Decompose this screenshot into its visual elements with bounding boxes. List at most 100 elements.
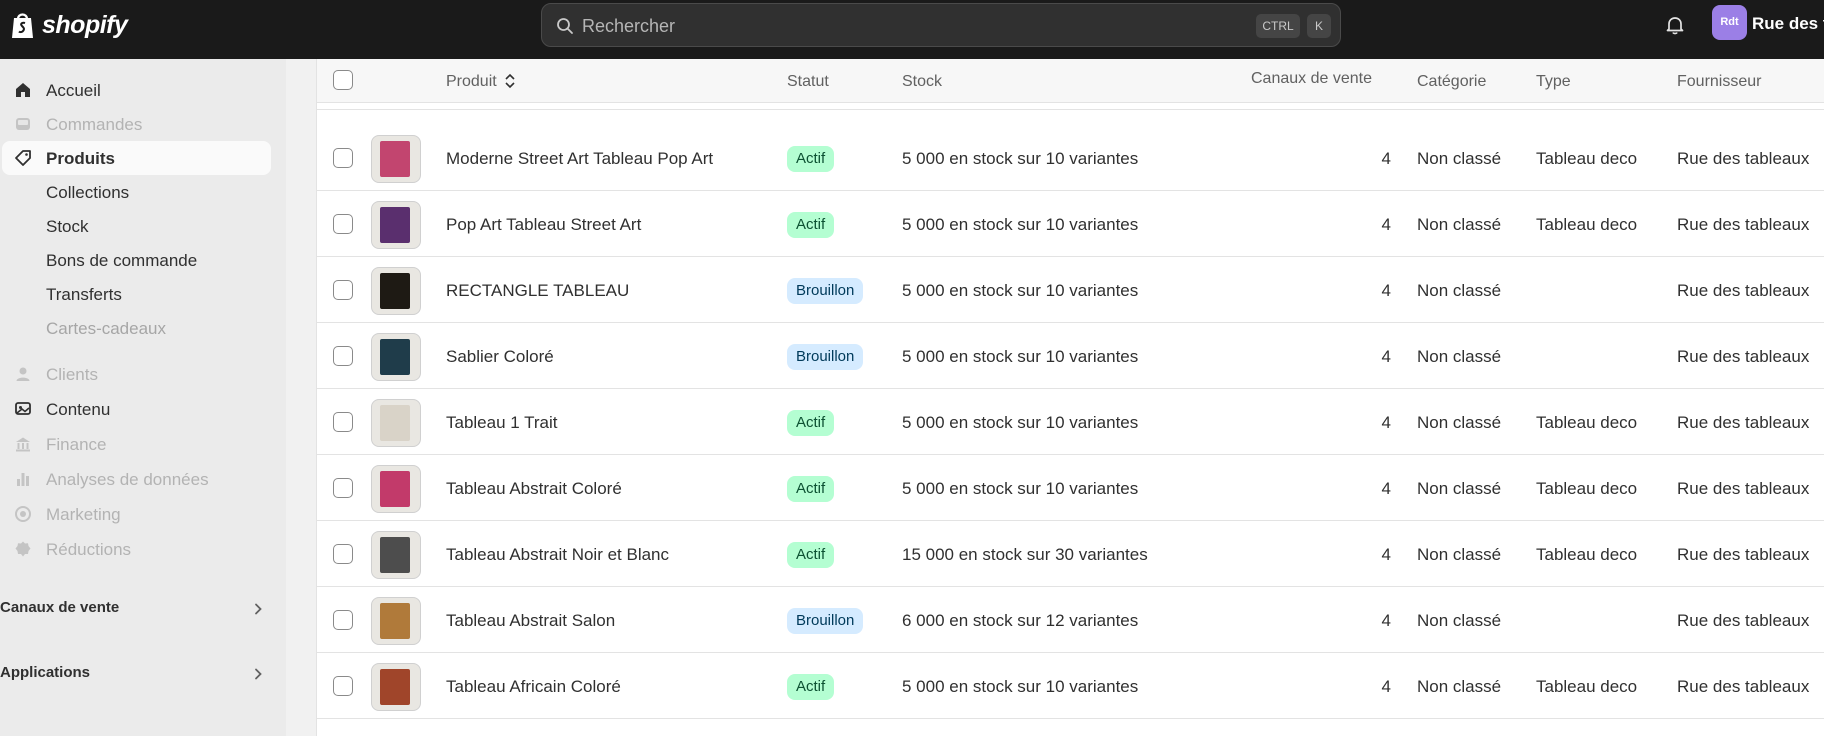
- column-header-type[interactable]: Type: [1536, 73, 1571, 91]
- sidebar-item-label: Bons de commande: [46, 251, 198, 270]
- sidebar-item-orders[interactable]: Commandes: [0, 107, 272, 141]
- sidebar-item-content[interactable]: Contenu: [0, 392, 272, 426]
- person-icon: [16, 367, 30, 381]
- row-checkbox[interactable]: [333, 346, 353, 366]
- status-badge: Actif: [787, 542, 835, 568]
- product-thumbnail[interactable]: [371, 201, 421, 249]
- table-row[interactable]: Tableau Abstrait Noir et Blanc Actif 15 00…: [317, 521, 1824, 587]
- sidebar-item-analytics[interactable]: Analyses de données: [0, 462, 272, 496]
- sidebar-item-label: Contenu: [46, 400, 111, 419]
- row-checkbox[interactable]: [333, 214, 353, 234]
- table-row[interactable]: Sablier Coloré Brouillon 5 000 en stock su…: [317, 323, 1824, 389]
- sidebar-item-inventory[interactable]: Stock: [0, 209, 272, 243]
- notifications-bell-icon[interactable]: [1664, 14, 1686, 36]
- product-thumbnail[interactable]: [371, 333, 421, 381]
- product-thumbnail[interactable]: [371, 465, 421, 513]
- table-row[interactable]: Tableau Abstrait Coloré Actif 5 000 en sto…: [317, 455, 1824, 521]
- product-name-link[interactable]: Tableau Abstrait Noir et Blanc: [446, 545, 669, 565]
- sidebar-item-transfers[interactable]: Transferts: [0, 277, 272, 311]
- status-badge: Actif: [787, 674, 835, 700]
- sidebar-item-discounts[interactable]: Réductions: [0, 532, 272, 566]
- product-thumbnail[interactable]: [371, 135, 421, 183]
- sidebar-item-customers[interactable]: Clients: [0, 357, 272, 391]
- category-text: Non classé: [1417, 347, 1502, 366]
- row-checkbox[interactable]: [333, 478, 353, 498]
- row-checkbox[interactable]: [333, 610, 353, 630]
- product-name-link[interactable]: Tableau Africain Coloré: [446, 677, 621, 697]
- product-thumbnail[interactable]: [371, 663, 421, 711]
- sidebar-item-label: Marketing: [46, 505, 121, 524]
- sidebar-item-label: Réductions: [46, 540, 132, 559]
- thumbnail-artwork: [380, 141, 410, 177]
- sidebar-item-gift-cards[interactable]: Cartes-cadeaux: [0, 311, 272, 345]
- product-thumbnail[interactable]: [371, 531, 421, 579]
- table-row[interactable]: Moderne Street Art Tableau Pop Art Actif 5…: [317, 125, 1824, 191]
- sales-channels-count: 4: [1381, 281, 1391, 300]
- sidebar-item-collections[interactable]: Collections: [0, 175, 272, 209]
- sidebar-item-label: Produits: [46, 149, 115, 168]
- sidebar-item-marketing[interactable]: Marketing: [0, 497, 272, 531]
- type-text: Tableau deco: [1536, 413, 1638, 432]
- sort-icon[interactable]: [503, 72, 517, 90]
- sidebar-item-label: Accueil: [46, 81, 101, 100]
- thumbnail-artwork: [380, 537, 410, 573]
- table-row[interactable]: Pop Art Tableau Street Art Actif 5 000 en …: [317, 191, 1824, 257]
- vendor-text: Rue des tableaux: [1677, 281, 1810, 300]
- row-checkbox[interactable]: [333, 148, 353, 168]
- store-avatar[interactable]: Rdt: [1712, 5, 1747, 40]
- product-name-link[interactable]: Sablier Coloré: [446, 347, 554, 367]
- product-name-link[interactable]: Pop Art Tableau Street Art: [446, 215, 641, 235]
- column-header-inventory[interactable]: Stock: [902, 73, 942, 91]
- sales-channels-count: 4: [1381, 149, 1391, 168]
- type-text: Tableau deco: [1536, 479, 1638, 498]
- product-name-link[interactable]: Tableau Abstrait Coloré: [446, 479, 622, 499]
- category-text: Non classé: [1417, 545, 1502, 564]
- row-checkbox[interactable]: [333, 412, 353, 432]
- table-row[interactable]: Tableau Africain Coloré Actif 5 000 en sto…: [317, 653, 1824, 719]
- product-thumbnail[interactable]: [371, 399, 421, 447]
- column-header-product[interactable]: Produit: [446, 73, 497, 91]
- column-header-status[interactable]: Statut: [787, 73, 829, 91]
- product-name-link[interactable]: Tableau Abstrait Salon: [446, 611, 615, 631]
- select-all-checkbox[interactable]: [333, 70, 353, 90]
- product-name-link[interactable]: Moderne Street Art Tableau Pop Art: [446, 149, 713, 169]
- sidebar-item-label: Commandes: [46, 115, 143, 134]
- shopify-logo[interactable]: shopify: [10, 10, 128, 40]
- vendor-text: Rue des tableaux: [1677, 347, 1810, 366]
- row-checkbox[interactable]: [333, 280, 353, 300]
- search-input[interactable]: Rechercher: [582, 16, 675, 37]
- search-bar[interactable]: Rechercher CTRL K: [541, 3, 1341, 47]
- column-header-vendor[interactable]: Fournisseur: [1677, 73, 1761, 91]
- chevron-right-icon: [255, 668, 262, 680]
- shortcut-ctrl-key: CTRL: [1256, 14, 1300, 38]
- sidebar-item-products[interactable]: Produits: [2, 141, 271, 175]
- product-name-link[interactable]: Tableau 1 Trait: [446, 413, 558, 433]
- table-row[interactable]: RECTANGLE TABLEAU Brouillon 5 000 en stock…: [317, 257, 1824, 323]
- product-name-link[interactable]: RECTANGLE TABLEAU: [446, 281, 629, 301]
- row-checkbox[interactable]: [333, 676, 353, 696]
- thumbnail-artwork: [380, 471, 410, 507]
- sidebar-section-sales-channels[interactable]: Canaux de vente: [0, 593, 272, 623]
- sidebar-item-home[interactable]: Accueil: [0, 73, 272, 107]
- sales-channels-count: 4: [1381, 215, 1391, 234]
- column-header-category[interactable]: Catégorie: [1417, 73, 1486, 91]
- inventory-text: 5 000 en stock sur 10 variantes: [902, 215, 1139, 234]
- product-thumbnail[interactable]: [371, 267, 421, 315]
- table-row[interactable]: Tableau 1 Trait Actif 5 000 en stock sur 1…: [317, 389, 1824, 455]
- vendor-text: Rue des tableaux: [1677, 149, 1810, 168]
- category-text: Non classé: [1417, 281, 1502, 300]
- table-row[interactable]: Tableau Abstrait Salon Brouillon 6 000 en …: [317, 587, 1824, 653]
- row-checkbox[interactable]: [333, 544, 353, 564]
- sidebar-section-apps[interactable]: Applications: [0, 658, 272, 688]
- vendor-text: Rue des tableaux: [1677, 215, 1810, 234]
- sidebar-item-finance[interactable]: Finance: [0, 427, 272, 461]
- column-header-sales-channels[interactable]: Canaux de vente: [1251, 70, 1372, 88]
- product-thumbnail[interactable]: [371, 597, 421, 645]
- section-label: Applications: [0, 664, 91, 681]
- section-label: Canaux de vente: [0, 599, 120, 616]
- inventory-text: 15 000 en stock sur 30 variantes: [902, 545, 1148, 564]
- sidebar-item-purchase-orders[interactable]: Bons de commande: [0, 243, 272, 277]
- vendor-text: Rue des tableaux: [1677, 677, 1810, 696]
- sales-channels-count: 4: [1381, 479, 1391, 498]
- store-name[interactable]: Rue des ta: [1752, 14, 1824, 34]
